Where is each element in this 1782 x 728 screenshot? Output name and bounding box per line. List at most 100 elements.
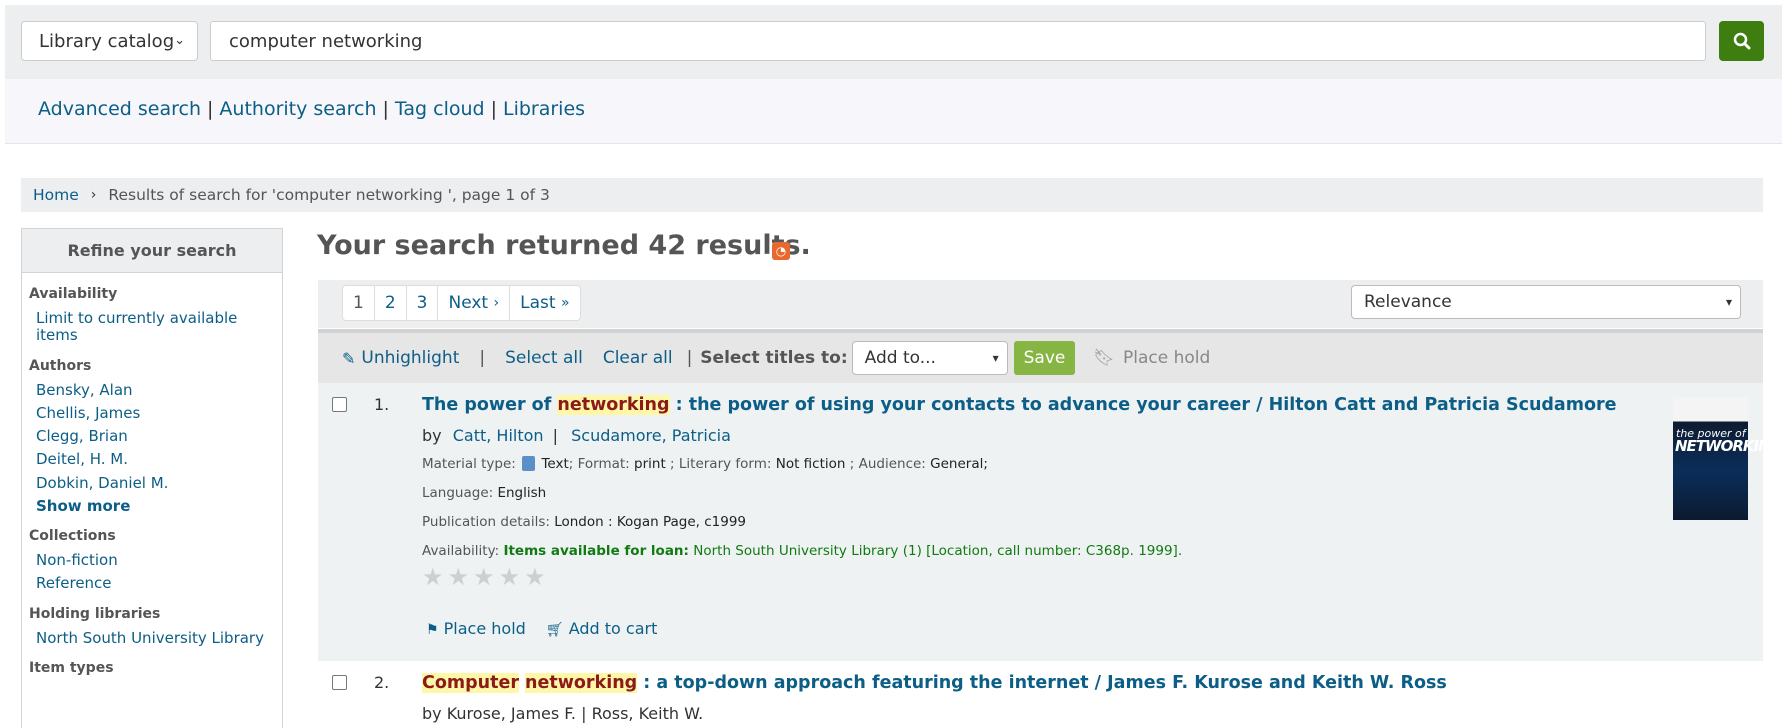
- tag-cloud-link[interactable]: Tag cloud: [395, 98, 485, 120]
- next-label: Next: [448, 293, 489, 313]
- bookmark-icon: ⚑: [426, 622, 439, 638]
- place-hold-label: Place hold: [443, 619, 526, 638]
- add-to-cart-link[interactable]: 🛒︎ Add to cart: [546, 619, 658, 638]
- pagination-bar: 1 2 3 Next › Last » Relevance ▾: [318, 280, 1763, 328]
- facet-link-available[interactable]: Limit to currently available items: [36, 309, 237, 344]
- place-hold-link[interactable]: ⚑ Place hold: [426, 619, 526, 638]
- meta-value: Not fiction: [775, 456, 846, 472]
- page-1[interactable]: 1: [343, 286, 375, 320]
- toolbar-separator: |: [686, 348, 693, 368]
- result-checkbox[interactable]: [332, 675, 347, 690]
- search-icon: [1733, 32, 1750, 50]
- result-byline: by Catt, Hilton | Scudamore, Patricia: [422, 426, 731, 445]
- results-heading: Your search returned 42 results.: [317, 230, 811, 261]
- star-icon[interactable]: ★: [499, 565, 521, 589]
- breadcrumb: Home › Results of search for 'computer n…: [21, 178, 1763, 212]
- meta-label: ; Format:: [568, 456, 630, 472]
- chevron-down-icon: ▾: [992, 351, 999, 365]
- advanced-search-link[interactable]: Advanced search: [38, 98, 201, 120]
- meta-value: General;: [930, 456, 988, 472]
- availability: Availability: Items available for loan: …: [422, 543, 1182, 559]
- meta-label: Language:: [422, 485, 494, 501]
- cart-icon: 🛒︎: [545, 622, 564, 638]
- meta-value: print: [634, 456, 666, 472]
- place-hold-toolbar-button[interactable]: 🔖︎ Place hold: [1093, 348, 1210, 368]
- add-to-select[interactable]: Add to... ▾: [851, 341, 1008, 375]
- star-icon[interactable]: ★: [524, 565, 546, 589]
- result-title-link[interactable]: Computer networking : a top-down approac…: [422, 673, 1447, 693]
- author-link[interactable]: Catt, Hilton: [453, 426, 544, 445]
- save-button[interactable]: Save: [1013, 341, 1076, 375]
- clear-all-link[interactable]: Clear all: [603, 348, 673, 368]
- refine-title: Refine your search: [22, 229, 282, 273]
- facet-author[interactable]: Dobkin, Daniel M.: [36, 474, 168, 492]
- title-highlight: networking: [557, 395, 670, 415]
- result-title-link[interactable]: The power of networking : the power of u…: [422, 395, 1617, 415]
- next-page-button[interactable]: Next ›: [438, 286, 511, 320]
- facet-collection[interactable]: Non-fiction: [36, 551, 118, 569]
- author-separator: |: [552, 426, 559, 445]
- result-item: 2. Computer networking : a top-down appr…: [318, 661, 1763, 723]
- result-number: 2.: [374, 673, 390, 692]
- add-to-value: Add to...: [864, 348, 936, 368]
- facet-heading-authors: Authors: [29, 357, 92, 374]
- select-all-link[interactable]: Select all: [505, 348, 583, 368]
- search-input[interactable]: computer networking: [210, 21, 1706, 61]
- author-link[interactable]: Scudamore, Patricia: [571, 426, 731, 445]
- rss-icon[interactable]: ◔: [772, 242, 790, 260]
- meta-value: English: [497, 485, 547, 501]
- breadcrumb-home[interactable]: Home: [33, 186, 79, 204]
- chevron-right-icon: ›: [90, 187, 97, 203]
- book-icon: [522, 456, 536, 471]
- catalog-select[interactable]: Library catalog ⌄: [21, 21, 198, 61]
- facet-author[interactable]: Deitel, H. M.: [36, 450, 128, 468]
- facet-heading-holding: Holding libraries: [29, 605, 161, 622]
- refine-sidebar: Refine your search Availability Limit to…: [21, 228, 283, 728]
- result-number: 1.: [374, 395, 390, 414]
- facet-holding-library[interactable]: North South University Library: [36, 629, 264, 647]
- meta-value: Text: [541, 456, 569, 472]
- meta-label: Material type:: [422, 456, 516, 472]
- toolbar-separator: |: [479, 348, 486, 368]
- unhighlight-label: Unhighlight: [361, 348, 460, 368]
- pagination: 1 2 3 Next › Last »: [342, 285, 581, 321]
- catalog-select-value: Library catalog: [39, 30, 175, 52]
- last-page-button[interactable]: Last »: [510, 286, 579, 320]
- facet-author[interactable]: Bensky, Alan: [36, 381, 133, 399]
- star-icon[interactable]: ★: [448, 565, 470, 589]
- star-icon[interactable]: ★: [473, 565, 495, 589]
- facet-author[interactable]: Chellis, James: [36, 404, 140, 422]
- sort-select[interactable]: Relevance ▾: [1351, 285, 1741, 319]
- chevron-down-icon: ⌄: [174, 33, 185, 48]
- bookmark-icon: 🔖︎: [1093, 348, 1115, 368]
- meta-label: Publication details:: [422, 514, 550, 530]
- page-3[interactable]: 3: [407, 286, 439, 320]
- title-highlight: Computer: [422, 673, 519, 693]
- result-checkbox[interactable]: [332, 397, 347, 412]
- place-hold-label: Place hold: [1122, 348, 1211, 368]
- facet-collection[interactable]: Reference: [36, 574, 112, 592]
- show-more-link[interactable]: Show more: [36, 497, 130, 515]
- chevron-right-icon: ›: [493, 295, 500, 311]
- page-2[interactable]: 2: [375, 286, 407, 320]
- title-text: : a top-down approach featuring the inte…: [637, 673, 1447, 693]
- cover-text: NETWORKING: [1675, 437, 1782, 455]
- facet-heading-collections: Collections: [29, 528, 116, 544]
- last-label: Last: [520, 293, 556, 313]
- authority-search-link[interactable]: Authority search: [219, 98, 376, 120]
- meta-value: London : Kogan Page, c1999: [554, 514, 746, 530]
- unhighlight-button[interactable]: ✎ Unhighlight: [342, 348, 459, 368]
- book-cover-image[interactable]: the power of NETWORKING: [1673, 397, 1782, 520]
- add-to-cart-label: Add to cart: [568, 619, 658, 638]
- star-rating[interactable]: ★ ★ ★ ★ ★: [422, 565, 546, 589]
- nav-separator: |: [490, 98, 497, 120]
- title-highlight: networking: [525, 673, 638, 693]
- meta-label: ; Literary form:: [670, 456, 772, 472]
- material-type: Material type: Text; Format: print ; Lit…: [422, 456, 988, 472]
- libraries-link[interactable]: Libraries: [503, 98, 585, 120]
- facet-author[interactable]: Clegg, Brian: [36, 427, 128, 445]
- facet-heading-item-types: Item types: [29, 659, 114, 676]
- search-button[interactable]: [1719, 21, 1764, 61]
- star-icon[interactable]: ★: [422, 565, 444, 589]
- select-titles-label: Select titles to:: [700, 348, 848, 368]
